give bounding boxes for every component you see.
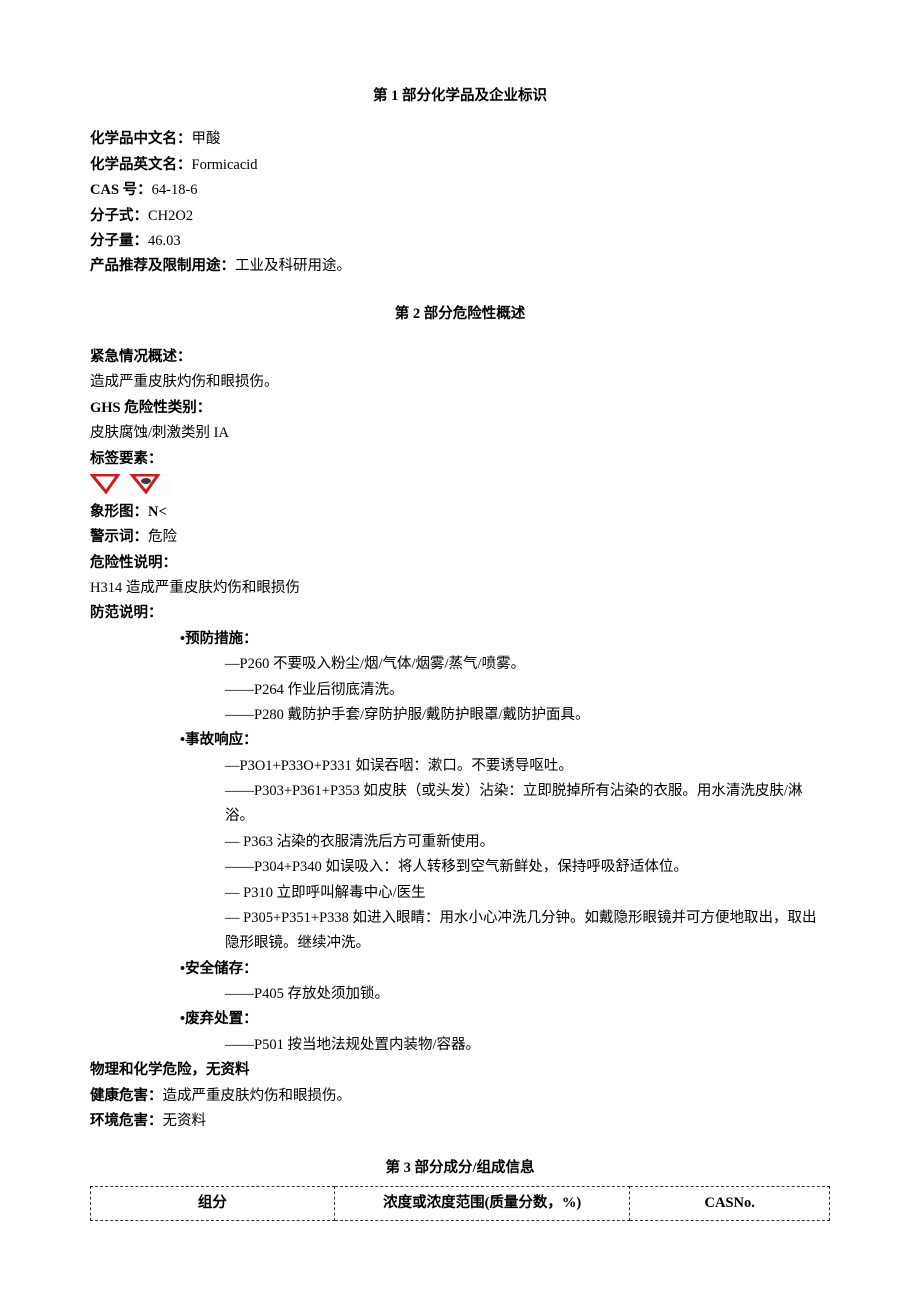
cas-label: CAS 号：	[90, 182, 152, 198]
use-value: 工业及科研用途。	[235, 258, 351, 274]
cas-line: CAS 号：64-18-6	[90, 178, 830, 203]
health-value: 造成严重皮肤灼伤和眼损伤。	[163, 1088, 352, 1104]
ghs-value: 皮肤腐蚀/刺激类别 IA	[90, 421, 830, 446]
name-en-value: Formicacid	[192, 157, 258, 173]
phys-label: 物理和化学危险，	[90, 1062, 206, 1078]
env-label: 环境危害：	[90, 1113, 163, 1129]
composition-table: 组分 浓度或浓度范围(质量分数，%) CASNo.	[90, 1186, 830, 1221]
picto-label: 象形图：	[90, 504, 148, 520]
prevent-item: ——P280 戴防护手套/穿防护服/戴防护眼罩/戴防护面具。	[90, 703, 830, 728]
ghs-label: GHS 危险性类别：	[90, 396, 830, 421]
section1-title: 第 1 部分化学品及企业标识	[90, 84, 830, 109]
name-en-label: 化学品英文名：	[90, 157, 192, 173]
table-header-concentration: 浓度或浓度范围(质量分数，%)	[334, 1186, 630, 1220]
mw-label: 分子量：	[90, 233, 148, 249]
storage-title: •安全储存：	[90, 957, 830, 982]
phys-value: 无资料	[206, 1062, 250, 1078]
formula-label: 分子式：	[90, 208, 148, 224]
name-cn-value: 甲酸	[192, 131, 221, 147]
signal-line: 警示词：危险	[90, 525, 830, 550]
health-line: 健康危害：造成严重皮肤灼伤和眼损伤。	[90, 1084, 830, 1109]
name-cn-line: 化学品中文名：甲酸	[90, 127, 830, 152]
prevent-item: ——P264 作业后彻底清洗。	[90, 678, 830, 703]
emergency-value: 造成严重皮肤灼伤和眼损伤。	[90, 370, 830, 395]
health-label: 健康危害：	[90, 1088, 163, 1104]
table-header-cas: CASNo.	[630, 1186, 830, 1220]
section3-title: 第 3 部分成分/组成信息	[90, 1156, 830, 1181]
prevent-item: —P260 不要吸入粉尘/烟/气体/烟雾/蒸气/喷雾。	[90, 652, 830, 677]
name-cn-label: 化学品中文名：	[90, 131, 192, 147]
cas-value: 64-18-6	[152, 182, 198, 198]
signal-value: 危险	[148, 529, 177, 545]
response-item: ——P303+P361+P353 如皮肤（或头发）沾染：立即脱掉所有沾染的衣服。…	[90, 779, 830, 830]
prevent-title: •预防措施：	[90, 627, 830, 652]
label-elements: 标签要素：	[90, 447, 830, 472]
precaution-label: 防范说明：	[90, 601, 830, 626]
table-header-row: 组分 浓度或浓度范围(质量分数，%) CASNo.	[91, 1186, 830, 1220]
section2-title: 第 2 部分危险性概述	[90, 302, 830, 327]
emergency-label: 紧急情况概述：	[90, 345, 830, 370]
response-item: — P363 沾染的衣服清洗后方可重新使用。	[90, 830, 830, 855]
response-item: —P3O1+P33O+P331 如误吞咽：漱口。不要诱导呕吐。	[90, 754, 830, 779]
signal-label: 警示词：	[90, 529, 148, 545]
response-item: — P310 立即呼叫解毒中心/医生	[90, 881, 830, 906]
env-value: 无资料	[163, 1113, 207, 1129]
formula-value: CH2O2	[148, 208, 193, 224]
disposal-item: ——P501 按当地法规处置内装物/容器。	[90, 1033, 830, 1058]
hazard-label: 危险性说明：	[90, 551, 830, 576]
mw-value: 46.03	[148, 233, 181, 249]
storage-item: ——P405 存放处须加锁。	[90, 982, 830, 1007]
name-en-line: 化学品英文名：Formicacid	[90, 153, 830, 178]
use-label: 产品推荐及限制用途：	[90, 258, 235, 274]
table-header-component: 组分	[91, 1186, 335, 1220]
mw-line: 分子量：46.03	[90, 229, 830, 254]
response-item: ——P304+P340 如误吸入：将人转移到空气新鲜处，保持呼吸舒适体位。	[90, 855, 830, 880]
ghs-pictogram-icon	[90, 474, 170, 496]
response-item: — P305+P351+P338 如进入眼睛：用水小心冲洗几分钟。如戴隐形眼镜并…	[90, 906, 830, 957]
picto-line: 象形图：N<	[90, 500, 830, 525]
disposal-title: •废弃处置：	[90, 1007, 830, 1032]
use-line: 产品推荐及限制用途：工业及科研用途。	[90, 254, 830, 279]
picto-value: N<	[148, 504, 167, 520]
response-title: •事故响应：	[90, 728, 830, 753]
hazard-value: H314 造成严重皮肤灼伤和眼损伤	[90, 576, 830, 601]
phys-line: 物理和化学危险，无资料	[90, 1058, 830, 1083]
formula-line: 分子式：CH2O2	[90, 204, 830, 229]
env-line: 环境危害：无资料	[90, 1109, 830, 1134]
